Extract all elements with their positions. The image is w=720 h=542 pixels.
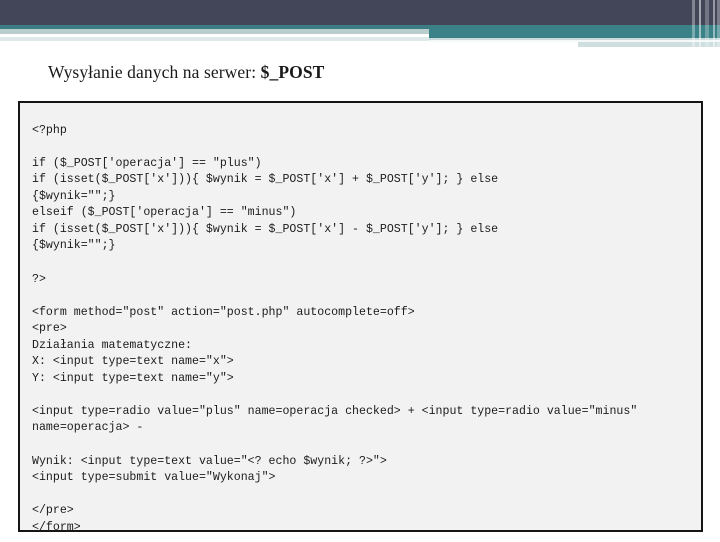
slide-header-decoration [0,0,720,48]
header-accent-stripe-3 [705,0,709,48]
slide-title-prefix: Wysyłanie danych na serwer: [48,62,261,82]
header-accent-stripe-4 [713,0,715,48]
header-accent-stripe-2 [699,0,701,48]
header-navy-band [0,0,720,25]
slide-title-accent: $_POST [260,62,325,82]
header-accent-stripe-1 [692,0,695,48]
code-block-container: <?php if ($_POST['operacja'] == "plus") … [18,101,703,534]
php-code-listing: <?php if ($_POST['operacja'] == "plus") … [32,123,638,534]
header-pale-band-left-secondary [0,37,429,41]
slide-title: Wysyłanie danych na serwer: $_POST [48,62,324,83]
header-teal-band-right [429,25,720,38]
